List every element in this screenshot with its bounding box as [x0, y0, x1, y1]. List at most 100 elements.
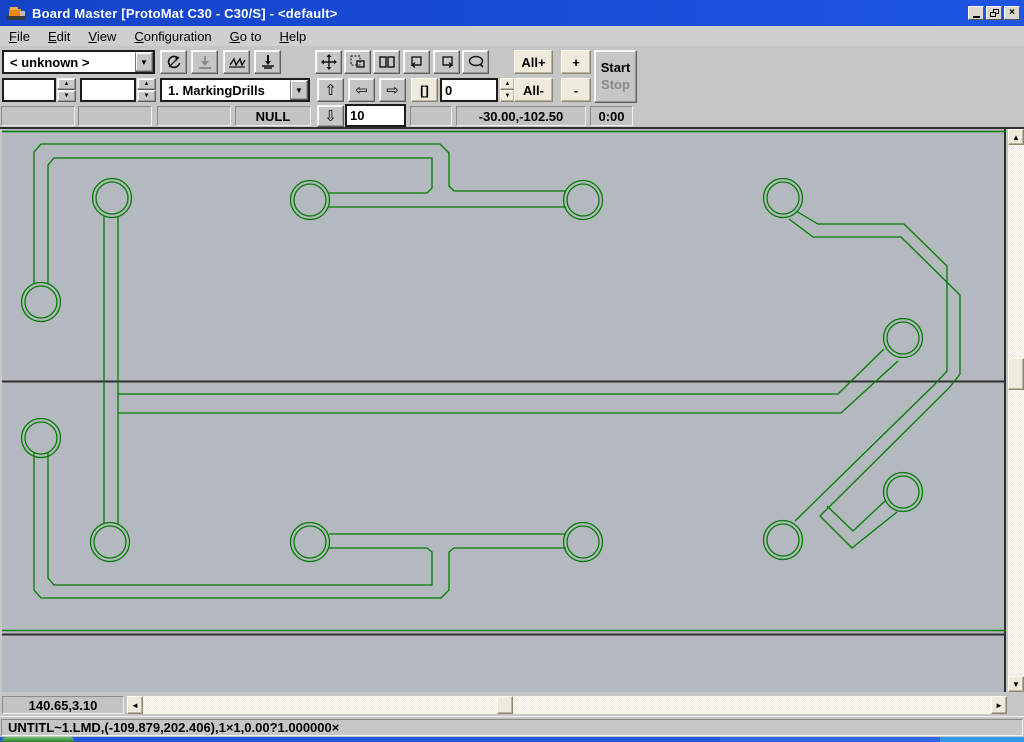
- menu-item-go-to[interactable]: Go to: [221, 28, 271, 45]
- select-copy-button[interactable]: [344, 50, 371, 74]
- step-back-button[interactable]: [403, 50, 430, 74]
- status-bar: UNTITL~1.LMD,(-109.879,202.406),1×1,0.00…: [0, 716, 1024, 737]
- menu-item-view[interactable]: View: [79, 28, 125, 45]
- restore-button[interactable]: [986, 6, 1002, 20]
- scroll-down-button[interactable]: ▼: [1008, 676, 1024, 692]
- step-forward-icon: [438, 54, 456, 70]
- cursor-coordinates: 140.65,3.10: [2, 696, 124, 714]
- menu-item-help[interactable]: Help: [270, 28, 315, 45]
- phase-select-combo[interactable]: 1. MarkingDrills ▼: [160, 78, 310, 102]
- rotate-tool-button[interactable]: [160, 50, 187, 74]
- move-left-button[interactable]: ⇦: [348, 78, 375, 102]
- left-arrow-icon: ⇦: [355, 83, 368, 98]
- select-copy-icon: [349, 54, 367, 70]
- zoom-oval-button[interactable]: [462, 50, 489, 74]
- tool-select-value: < unknown >: [4, 55, 135, 70]
- down-arrow-icon: ⇩: [324, 109, 337, 124]
- status-cell-c5: [410, 106, 452, 126]
- step-forward-button[interactable]: [433, 50, 460, 74]
- scroll-right-button[interactable]: ►: [991, 696, 1007, 714]
- app-window: Board Master [ProtoMat C30 - C30/S] - <d…: [0, 0, 1024, 742]
- up-triangle-icon: ▲: [1012, 133, 1020, 142]
- title-bar: Board Master [ProtoMat C30 - C30/S] - <d…: [0, 0, 1024, 26]
- status-cell-c2: [78, 106, 152, 126]
- status-cell-c1: [1, 106, 75, 126]
- scroll-left-button[interactable]: ◄: [127, 696, 143, 714]
- zoom-oval-icon: [467, 54, 485, 70]
- minimize-button[interactable]: [968, 6, 984, 20]
- rotate-tool-icon: [165, 54, 183, 70]
- app-icon: [6, 5, 26, 21]
- left-triangle-icon: ◄: [131, 701, 139, 710]
- down-triangle-icon: ▼: [1012, 680, 1020, 689]
- plus-button[interactable]: +: [561, 50, 591, 74]
- close-button[interactable]: ×: [1004, 6, 1020, 20]
- all-minus-button[interactable]: All-: [514, 78, 553, 102]
- spin-up-icon[interactable]: ▲: [57, 78, 76, 90]
- spin-down-icon[interactable]: ▼: [500, 90, 515, 102]
- tool-down-button[interactable]: [191, 50, 218, 74]
- x-step-spinner: ▲ ▼: [57, 78, 76, 102]
- all-plus-button[interactable]: All+: [514, 50, 553, 74]
- hscroll-thumb[interactable]: [497, 696, 513, 714]
- step-size-input[interactable]: [345, 104, 406, 127]
- menu-item-configuration[interactable]: Configuration: [125, 28, 220, 45]
- scroll-up-button[interactable]: ▲: [1008, 129, 1024, 145]
- move-up-button[interactable]: ⇧: [317, 78, 344, 102]
- taskbar-start-button[interactable]: [2, 737, 74, 742]
- spin-down-icon[interactable]: ▼: [137, 90, 156, 102]
- y-step-input[interactable]: [80, 78, 136, 102]
- minimize-icon: [973, 16, 980, 18]
- toolbar: < unknown > ▼ All+ + Start Stop ▲ ▼ ▲ ▼ …: [0, 46, 1024, 129]
- status-cell-position: -30.00,-102.50: [456, 106, 586, 126]
- tile-windows-button[interactable]: [373, 50, 400, 74]
- hscroll-track[interactable]: [143, 696, 991, 714]
- chevron-down-icon[interactable]: ▼: [135, 52, 153, 72]
- brackets-button[interactable]: []: [411, 78, 438, 102]
- window-controls: ×: [966, 6, 1020, 20]
- phase-select-value: 1. MarkingDrills: [162, 83, 290, 98]
- spin-down-icon[interactable]: ▼: [57, 90, 76, 102]
- chevron-down-icon[interactable]: ▼: [290, 80, 308, 100]
- close-icon: ×: [1009, 8, 1015, 18]
- minus-button[interactable]: -: [561, 78, 591, 102]
- menu-item-edit[interactable]: Edit: [39, 28, 79, 45]
- vscroll-track[interactable]: [1008, 145, 1024, 676]
- menu-bar: FileEditViewConfigurationGo toHelp: [0, 26, 1024, 46]
- window-title: Board Master [ProtoMat C30 - C30/S] - <d…: [32, 6, 338, 21]
- status-text: UNTITL~1.LMD,(-109.879,202.406),1×1,0.00…: [1, 719, 1023, 736]
- count-input[interactable]: [440, 78, 498, 102]
- pcb-drawing: [2, 129, 1006, 692]
- taskbar-segment: [940, 737, 1024, 742]
- right-triangle-icon: ►: [995, 701, 1003, 710]
- mill-area-icon: [228, 54, 246, 70]
- count-spinner: ▲ ▼: [500, 78, 515, 102]
- taskbar-segment: [720, 737, 940, 742]
- vertical-scrollbar[interactable]: ▲ ▼: [1008, 129, 1024, 692]
- menu-item-file[interactable]: File: [0, 28, 39, 45]
- move-head-button[interactable]: [315, 50, 342, 74]
- move-down-button[interactable]: ⇩: [317, 105, 344, 127]
- spin-up-icon[interactable]: ▲: [137, 78, 156, 90]
- status-cell-c3: [157, 106, 231, 126]
- taskbar-strip: [0, 737, 1024, 742]
- x-step-input[interactable]: [2, 78, 56, 102]
- tool-change-icon: [259, 54, 277, 70]
- status-cell-time: 0:00: [590, 106, 633, 126]
- tool-change-button[interactable]: [254, 50, 281, 74]
- restore-icon: [990, 9, 999, 17]
- tool-select-combo[interactable]: < unknown > ▼: [2, 50, 155, 74]
- tile-windows-icon: [378, 54, 396, 70]
- vscroll-thumb[interactable]: [1008, 358, 1024, 390]
- mill-area-button[interactable]: [223, 50, 250, 74]
- stop-label: Stop: [601, 77, 630, 93]
- spin-up-icon[interactable]: ▲: [500, 78, 515, 90]
- step-back-icon: [408, 54, 426, 70]
- pcb-canvas[interactable]: [2, 129, 1006, 692]
- up-arrow-icon: ⇧: [324, 83, 337, 98]
- move-right-button[interactable]: ⇨: [379, 78, 406, 102]
- start-stop-button[interactable]: Start Stop: [594, 50, 637, 103]
- bottom-bar: 140.65,3.10 ◄ ►: [0, 692, 1024, 716]
- y-step-spinner: ▲ ▼: [137, 78, 156, 102]
- tool-down-icon: [196, 54, 214, 70]
